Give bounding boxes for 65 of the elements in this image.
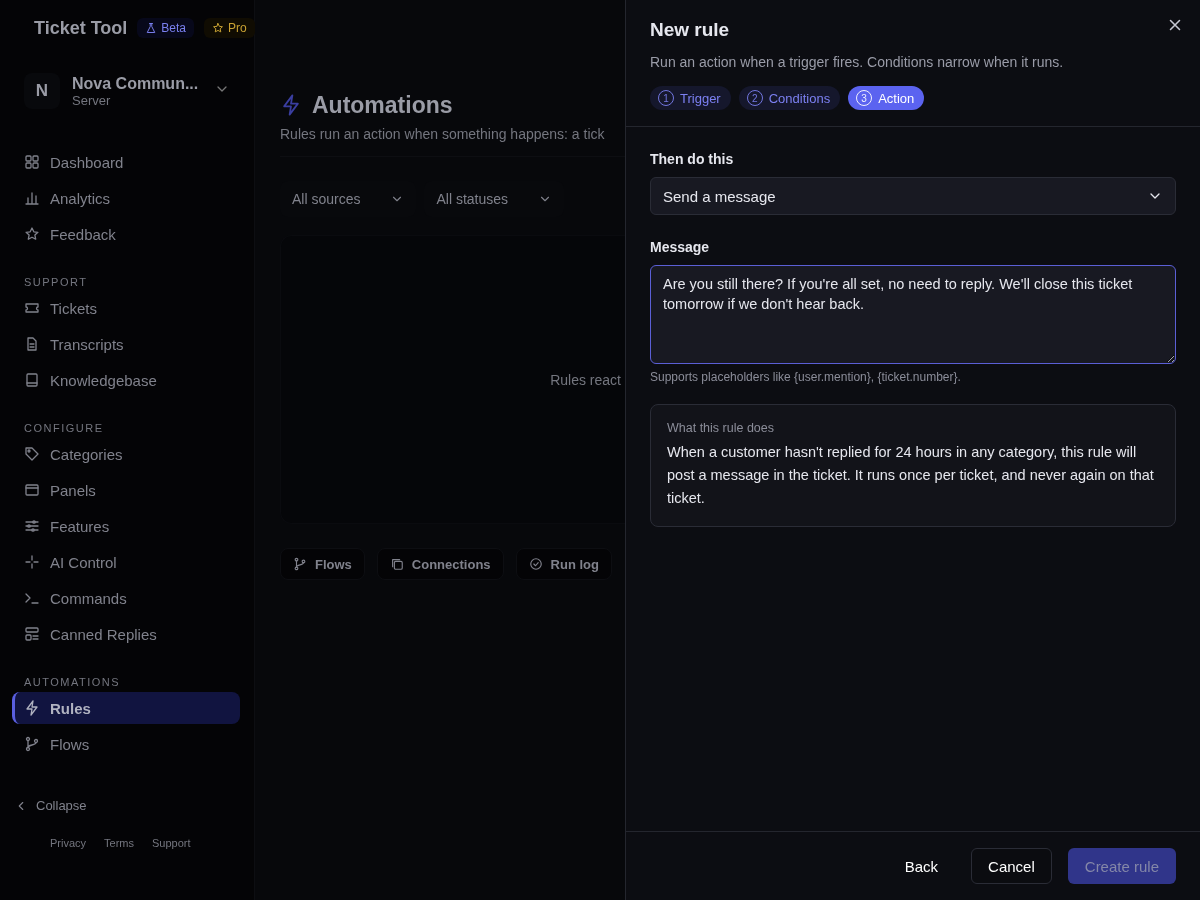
summary-title: What this rule does xyxy=(667,421,775,435)
sidebar-item[interactable]: Tickets xyxy=(12,292,240,324)
window-icon xyxy=(24,482,40,498)
copy-icon xyxy=(389,557,404,571)
sidebar-item[interactable]: Canned Replies xyxy=(12,618,240,650)
footer-link[interactable]: Support xyxy=(152,837,191,849)
sidebar-item[interactable]: Analytics xyxy=(12,182,240,214)
branch-icon xyxy=(24,736,40,752)
document-icon xyxy=(24,336,40,352)
page-subtitle: Rules run an action when something happens: a tick xyxy=(280,126,606,142)
star-icon xyxy=(212,22,225,34)
step-tab[interactable]: 1 Trigger xyxy=(650,86,731,110)
section-heading: AUTOMATIONS xyxy=(23,676,122,688)
tag-icon xyxy=(24,446,40,462)
sidebar-item[interactable]: Panels xyxy=(12,474,240,506)
star-icon xyxy=(24,226,40,242)
tab[interactable]: Flows xyxy=(280,548,365,580)
flask-icon xyxy=(145,22,158,34)
step-tab[interactable]: 2 Conditions xyxy=(738,86,841,110)
sidebar-item[interactable]: Categories xyxy=(12,438,240,470)
sidebar-item[interactable]: Transcripts xyxy=(12,328,240,360)
layout-icon xyxy=(24,626,40,642)
grid-icon xyxy=(24,154,40,170)
sidebar-item[interactable]: Features xyxy=(12,510,240,542)
action-dropdown[interactable]: Send a message xyxy=(650,177,1176,215)
lightning-icon xyxy=(280,94,302,116)
step-tab[interactable]: 3 Action xyxy=(848,86,925,110)
book-icon xyxy=(24,372,40,388)
drawer-title: New rule xyxy=(650,19,731,41)
tab[interactable]: Run log xyxy=(515,548,612,580)
server-label: Server xyxy=(72,92,112,108)
sidebar-item[interactable]: Feedback xyxy=(12,218,240,250)
collapse-button[interactable]: Collapse xyxy=(12,798,240,813)
app-name: Ticket Tool xyxy=(34,17,128,39)
beta-badge: Beta xyxy=(137,18,195,38)
branch-icon xyxy=(293,557,307,571)
page-title: Automations xyxy=(312,91,453,119)
empty-state-text: Rules react xyxy=(550,371,622,388)
field-label: Message xyxy=(650,239,711,255)
ticket-icon xyxy=(24,300,40,316)
bar-chart-icon xyxy=(24,190,40,206)
sidebar-item[interactable]: AI Control xyxy=(12,546,240,578)
sidebar-item[interactable]: Dashboard xyxy=(12,146,240,178)
summary-text: When a customer hasn't replied for 24 hours in any category, this rule will post a message in the ticket. It runs once per ticket, and never again on that ticket. xyxy=(667,443,1155,508)
server-name[interactable]: Nova Commun... xyxy=(72,74,199,93)
cancel-button[interactable]: Cancel xyxy=(971,848,1052,884)
field-label: Then do this xyxy=(650,151,735,167)
hint-text: Supports placeholders like {user.mention}, {ticket.number}. xyxy=(650,370,962,384)
footer-link[interactable]: Privacy xyxy=(50,837,87,849)
sidebar-item[interactable]: Rules xyxy=(12,692,240,724)
sidebar-item[interactable]: Commands xyxy=(12,582,240,614)
tab[interactable]: Connections xyxy=(376,548,504,580)
sidebar-item[interactable]: Knowledgebase xyxy=(12,364,240,396)
sidebar-item[interactable]: Flows xyxy=(12,728,240,760)
back-button[interactable]: Back xyxy=(887,848,956,884)
drawer-subtitle: Run an action when a trigger fires. Conditions narrow when it runs. xyxy=(650,54,1065,70)
check-circle-icon xyxy=(528,557,543,571)
section-heading: CONFIGURE xyxy=(23,422,105,434)
lightning-icon xyxy=(24,700,40,716)
server-avatar: N xyxy=(24,73,60,109)
section-heading: SUPPORT xyxy=(23,276,89,288)
sliders-icon xyxy=(24,518,40,534)
message-field[interactable]: Are you still there? If you're all set, no need to reply. We'll close this ticket tomorrow if we don't hear back. xyxy=(650,265,1176,364)
footer-link[interactable]: Terms xyxy=(104,837,134,849)
pro-badge: Pro xyxy=(204,18,255,38)
